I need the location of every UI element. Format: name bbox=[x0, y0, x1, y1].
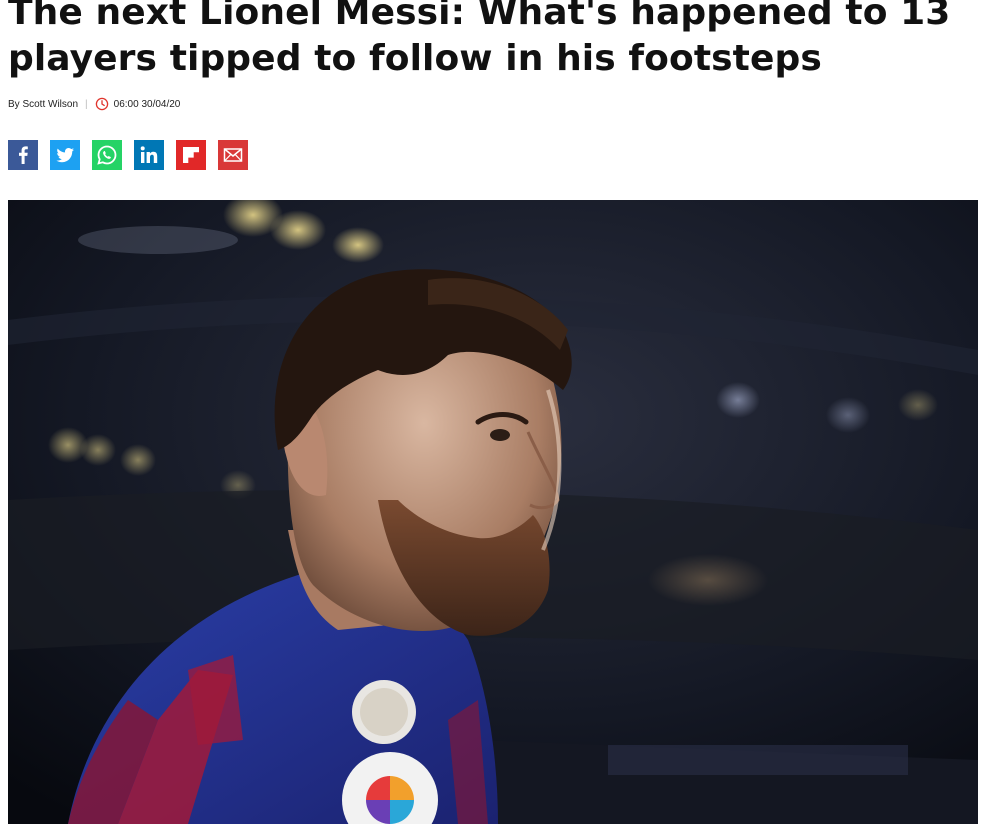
publish-timestamp: 06:00 30/04/20 bbox=[113, 98, 181, 110]
facebook-icon bbox=[19, 146, 28, 164]
linkedin-icon bbox=[140, 146, 158, 163]
whatsapp-icon bbox=[97, 145, 117, 165]
article-headline: The next Lionel Messi: What's happened t… bbox=[8, 0, 951, 79]
twitter-icon bbox=[56, 148, 74, 163]
linkedin-share-button[interactable] bbox=[134, 140, 164, 170]
share-bar bbox=[8, 140, 248, 170]
flipboard-share-button[interactable] bbox=[176, 140, 206, 170]
hero-photo-illustration bbox=[8, 200, 978, 824]
byline: By Scott Wilson | 06:00 30/04/20 bbox=[8, 96, 180, 112]
email-share-button[interactable] bbox=[218, 140, 248, 170]
email-icon bbox=[223, 148, 243, 162]
byline-author: By Scott Wilson bbox=[8, 98, 79, 110]
whatsapp-share-button[interactable] bbox=[92, 140, 122, 170]
facebook-share-button[interactable] bbox=[8, 140, 38, 170]
hero-image bbox=[8, 200, 978, 824]
clock-icon bbox=[95, 97, 108, 111]
flipboard-icon bbox=[183, 147, 199, 163]
byline-separator: | bbox=[85, 98, 88, 110]
twitter-share-button[interactable] bbox=[50, 140, 80, 170]
